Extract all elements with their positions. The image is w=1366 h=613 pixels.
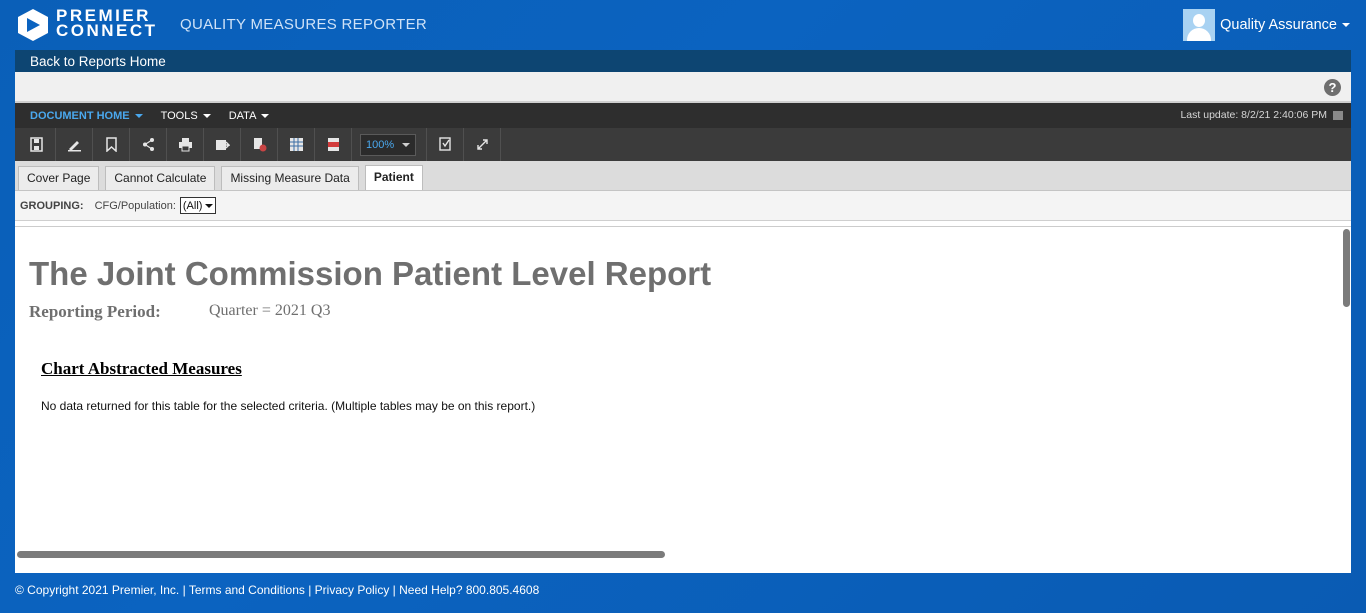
reporting-period-value: Quarter = 2021 Q3 — [209, 302, 331, 319]
cfg-population-value: (All) — [182, 199, 203, 212]
grouping-label: GROUPING: — [20, 199, 84, 212]
grouping-bar: GROUPING: CFG/Population: (All) — [15, 191, 1351, 221]
save-icon — [29, 137, 43, 152]
premier-logo-icon — [18, 9, 48, 41]
chevron-down-icon — [205, 203, 214, 208]
export-icon — [215, 140, 230, 150]
zoom-select[interactable]: 100% — [360, 133, 416, 156]
app-header: PREMIER CONNECT QUALITY MEASURES REPORTE… — [0, 0, 1366, 50]
pdf-export-button[interactable] — [315, 128, 352, 161]
chevron-down-icon — [134, 113, 143, 118]
toolbar: 100% — [15, 128, 1351, 161]
user-name: Quality Assurance — [1220, 17, 1337, 33]
export-button[interactable] — [204, 128, 241, 161]
vertical-scrollbar[interactable] — [1343, 229, 1350, 307]
tab-missing-measure-data[interactable]: Missing Measure Data — [221, 166, 359, 190]
section-title: Chart Abstracted Measures — [41, 359, 242, 378]
brand-line2: CONNECT — [56, 21, 158, 40]
chevron-down-icon — [402, 142, 410, 147]
excel-export-button[interactable] — [278, 128, 315, 161]
app-title: QUALITY MEASURES REPORTER — [180, 16, 428, 33]
help-icon[interactable]: ? — [1324, 79, 1341, 96]
excel-icon — [289, 138, 303, 151]
no-data-message: No data returned for this table for the … — [41, 399, 536, 413]
fullscreen-icon — [476, 139, 488, 150]
back-to-reports-link[interactable]: Back to Reports Home — [15, 50, 1351, 72]
footer-text: © Copyright 2021 Premier, Inc. | Terms a… — [15, 583, 540, 597]
menu-data-label: DATA — [228, 109, 257, 122]
print-icon — [178, 138, 192, 152]
user-avatar-icon — [1183, 9, 1216, 41]
menu-bar: DOCUMENT HOME TOOLS DATA Last update: 8/… — [15, 103, 1351, 128]
comment-icon[interactable] — [1333, 110, 1343, 120]
last-update: Last update: 8/2/21 2:40:06 PM — [1180, 109, 1343, 121]
help-bar: ? — [15, 72, 1351, 103]
tab-patient[interactable]: Patient — [364, 165, 423, 190]
tab-cover-page[interactable]: Cover Page — [18, 166, 100, 190]
print-button[interactable] — [167, 128, 204, 161]
report-title: The Joint Commission Patient Level Repor… — [29, 255, 712, 292]
refresh-icon — [253, 138, 266, 152]
find-button[interactable] — [427, 128, 464, 161]
fullscreen-button[interactable] — [464, 128, 501, 161]
report-canvas: The Joint Commission Patient Level Repor… — [15, 226, 1351, 562]
chevron-down-icon — [202, 113, 211, 118]
find-icon — [438, 137, 451, 151]
reporting-period-label: Reporting Period: — [29, 302, 161, 321]
bookmark-button[interactable] — [93, 128, 130, 161]
zoom-value: 100% — [366, 138, 395, 151]
save-button[interactable] — [19, 128, 56, 161]
bookmark-icon — [105, 137, 117, 152]
horizontal-scrollbar[interactable] — [17, 551, 665, 558]
report-frame: Back to Reports Home ? DOCUMENT HOME TOO… — [15, 50, 1351, 573]
chevron-down-icon — [261, 113, 270, 118]
cfg-population-label: CFG/Population: — [94, 199, 176, 212]
menu-data[interactable]: DATA — [220, 103, 279, 128]
menu-document-home[interactable]: DOCUMENT HOME — [15, 103, 152, 128]
menu-document-home-label: DOCUMENT HOME — [30, 109, 130, 122]
share-button[interactable] — [130, 128, 167, 161]
report-tabs: Cover Page Cannot Calculate Missing Meas… — [15, 161, 1351, 191]
cfg-population-select[interactable]: (All) — [179, 197, 217, 214]
brand-wordmark: PREMIER CONNECT — [56, 7, 158, 40]
menu-tools[interactable]: TOOLS — [152, 103, 220, 128]
last-update-text: Last update: 8/2/21 2:40:06 PM — [1180, 109, 1327, 121]
share-icon — [142, 138, 154, 151]
chevron-down-icon — [1342, 23, 1350, 27]
menu-tools-label: TOOLS — [160, 109, 198, 122]
zoom-group: 100% — [352, 128, 427, 161]
tab-cannot-calculate[interactable]: Cannot Calculate — [105, 166, 216, 190]
pdf-icon — [327, 138, 339, 151]
refresh-button[interactable] — [241, 128, 278, 161]
user-menu[interactable]: Quality Assurance — [1183, 9, 1350, 41]
edit-icon — [67, 141, 81, 152]
edit-button[interactable] — [56, 128, 93, 161]
